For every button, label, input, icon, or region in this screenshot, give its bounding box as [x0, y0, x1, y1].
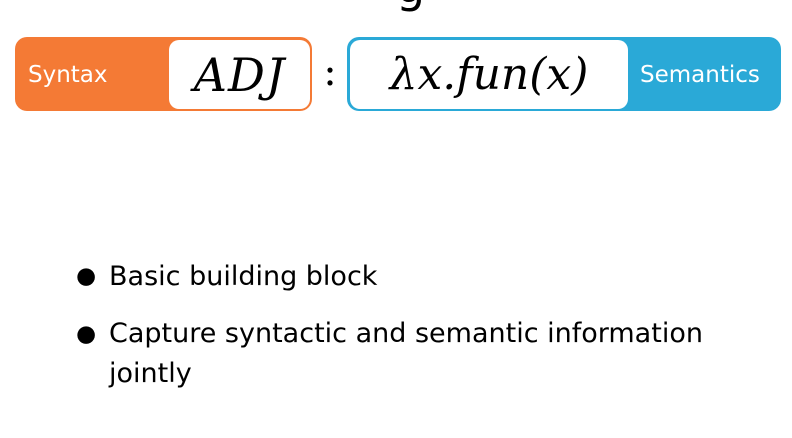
bullet-dot: ● — [76, 263, 97, 289]
bullet-text: Basic building block — [109, 261, 378, 292]
semantics-expression-box: λx.fun(x) — [350, 40, 628, 109]
syntax-expression: ADJ — [193, 47, 286, 102]
semantics-expression: λx.fun(x) — [389, 49, 589, 100]
semantics-label: Semantics — [640, 62, 760, 88]
type-separator: : — [323, 49, 337, 95]
syntax-label: Syntax — [28, 62, 108, 88]
slide-title-fragment: g — [396, 0, 425, 10]
syntax-expression-box: ADJ — [169, 40, 310, 109]
bullet-dot: ● — [76, 321, 97, 347]
bullet-text: Capture syntactic and semantic informati… — [109, 318, 703, 389]
